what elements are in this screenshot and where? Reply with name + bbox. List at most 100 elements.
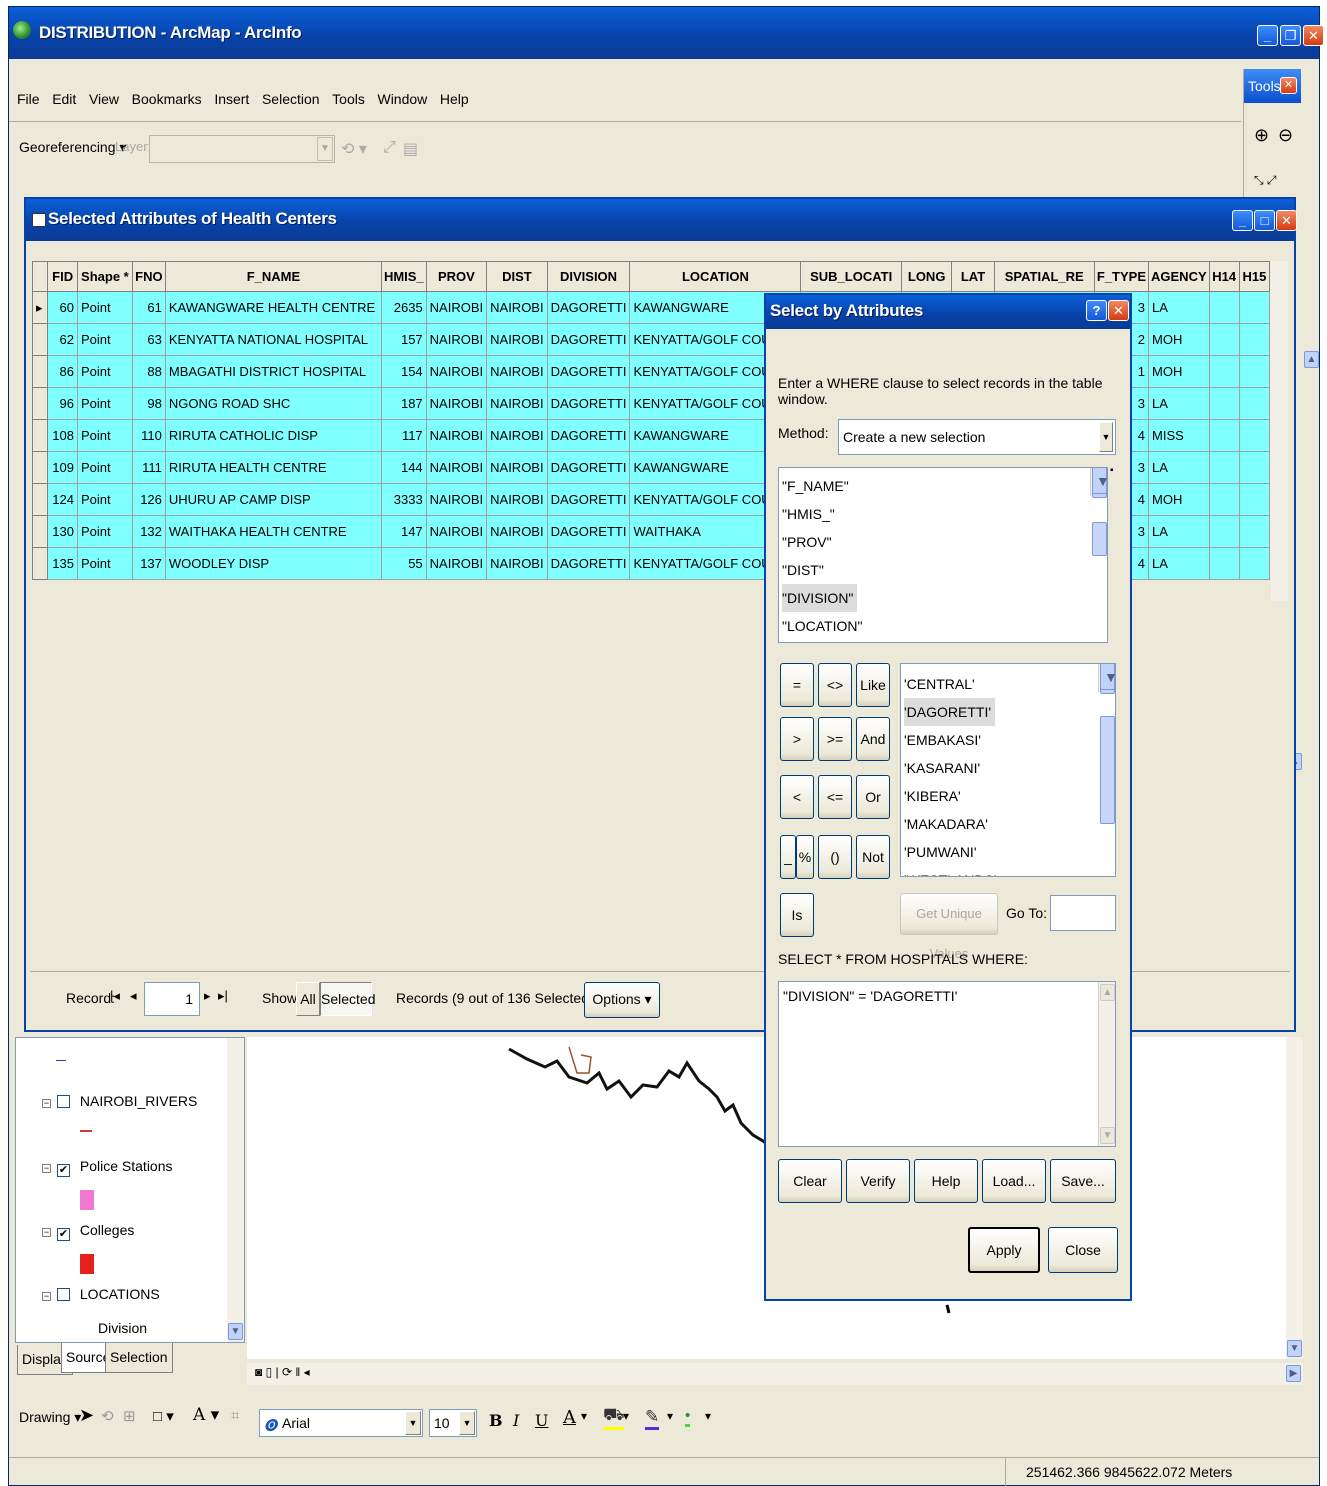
- operator-or-button[interactable]: Or: [856, 775, 890, 819]
- field-item[interactable]: "PROV": [779, 528, 1107, 556]
- table-cell[interactable]: [1238, 515, 1271, 548]
- column-header[interactable]: LAT: [951, 261, 995, 292]
- table-cell[interactable]: [1208, 419, 1240, 452]
- values-listbox[interactable]: 'CENTRAL' 'DAGORETTI' 'EMBAKASI' 'KASARA…: [900, 663, 1116, 877]
- table-cell[interactable]: 124: [47, 483, 78, 516]
- column-header[interactable]: H15: [1238, 261, 1271, 292]
- table-cell[interactable]: MOH: [1148, 483, 1210, 516]
- table-cell[interactable]: 117: [380, 419, 427, 452]
- column-header[interactable]: H14: [1208, 261, 1240, 292]
- table-cell[interactable]: 135: [47, 547, 78, 580]
- font-color-button[interactable]: A: [563, 1407, 576, 1428]
- scroll-up-icon[interactable]: ▲: [1100, 984, 1115, 1001]
- table-cell[interactable]: [1208, 515, 1240, 548]
- georeferencing-menu[interactable]: Georeferencing ▾: [19, 139, 126, 156]
- attr-vscrollbar[interactable]: [1271, 261, 1288, 601]
- table-cell[interactable]: [1208, 451, 1240, 484]
- table-cell[interactable]: NAIROBI: [486, 515, 548, 548]
- maximize-button[interactable]: ❐: [1280, 25, 1301, 46]
- menu-window[interactable]: Window: [377, 91, 427, 107]
- menu-tools[interactable]: Tools: [332, 91, 365, 107]
- table-cell[interactable]: 147: [380, 515, 427, 548]
- table-cell[interactable]: NAIROBI: [486, 419, 548, 452]
- table-cell[interactable]: [1238, 291, 1271, 324]
- toc-scrollbar[interactable]: ▼: [227, 1038, 244, 1342]
- layer-dropdown[interactable]: ▼: [149, 135, 335, 163]
- values-scrollbar[interactable]: ▲ ▼: [1098, 664, 1115, 824]
- table-cell[interactable]: NAIROBI: [425, 419, 488, 452]
- attr-minimize-button[interactable]: _: [1232, 210, 1253, 231]
- table-cell[interactable]: 111: [131, 451, 166, 484]
- value-item[interactable]: 'WESTLANDS': [901, 866, 1115, 876]
- table-cell[interactable]: NAIROBI: [425, 387, 488, 420]
- table-cell[interactable]: NGONG ROAD SHC: [164, 387, 382, 420]
- operator-parentheses-button[interactable]: (): [818, 835, 852, 879]
- column-header[interactable]: AGENCY: [1148, 261, 1210, 292]
- tools-close-icon[interactable]: ✕: [1280, 77, 1297, 94]
- table-cell[interactable]: RIRUTA HEALTH CENTRE: [164, 451, 382, 484]
- column-header[interactable]: HMIS_: [380, 261, 427, 292]
- operator-like-button[interactable]: Like: [856, 663, 890, 707]
- font-name-dropdown[interactable]: 🅞 Arial ▼: [259, 1409, 423, 1437]
- table-cell[interactable]: 154: [380, 355, 427, 388]
- table-cell[interactable]: NAIROBI: [486, 451, 548, 484]
- value-item[interactable]: 'MAKADARA': [901, 810, 1115, 838]
- map-scroll-up-icon[interactable]: ▲: [1303, 351, 1320, 371]
- table-cell[interactable]: 88: [131, 355, 166, 388]
- menu-bookmarks[interactable]: Bookmarks: [132, 91, 202, 107]
- table-cell[interactable]: 137: [131, 547, 166, 580]
- table-cell[interactable]: Point: [76, 323, 133, 356]
- row-selector[interactable]: [31, 483, 49, 516]
- menu-view[interactable]: View: [89, 91, 119, 107]
- table-cell[interactable]: [1238, 355, 1271, 388]
- value-item[interactable]: 'PUMWANI': [901, 838, 1115, 866]
- close-button[interactable]: ✕: [1303, 25, 1324, 46]
- table-cell[interactable]: UHURU AP CAMP DISP: [164, 483, 382, 516]
- font-size-dropdown[interactable]: 10 ▼: [429, 1409, 477, 1437]
- layer-checkbox[interactable]: ✔: [57, 1228, 70, 1241]
- table-cell[interactable]: [1238, 323, 1271, 356]
- table-cell[interactable]: [1238, 387, 1271, 420]
- verify-button[interactable]: Verify: [846, 1159, 910, 1203]
- new-text-icon[interactable]: A ▾: [193, 1405, 219, 1425]
- row-selector[interactable]: [31, 419, 49, 452]
- value-item-selected[interactable]: 'DAGORETTI': [901, 698, 1115, 726]
- map-vscrollbar[interactable]: ▲ ▼: [1286, 753, 1303, 1359]
- table-cell[interactable]: KENYATTA NATIONAL HOSPITAL: [164, 323, 382, 356]
- row-selector[interactable]: [31, 387, 49, 420]
- operator-not-equal-button[interactable]: <>: [818, 663, 852, 707]
- table-cell[interactable]: 110: [131, 419, 166, 452]
- table-cell[interactable]: [1238, 483, 1271, 516]
- table-cell[interactable]: 3333: [380, 483, 427, 516]
- table-cell[interactable]: DAGORETTI: [546, 451, 631, 484]
- row-selector[interactable]: [31, 547, 49, 580]
- tab-selection[interactable]: Selection: [105, 1343, 173, 1373]
- table-cell[interactable]: DAGORETTI: [546, 483, 631, 516]
- table-cell[interactable]: LA: [1148, 387, 1210, 420]
- column-header[interactable]: F_NAME: [164, 261, 382, 292]
- clear-button[interactable]: Clear: [778, 1159, 842, 1203]
- method-dropdown[interactable]: Create a new selection ▼: [838, 419, 1116, 455]
- fill-color-dropdown-icon[interactable]: ▾: [623, 1409, 629, 1423]
- table-cell[interactable]: NAIROBI: [425, 483, 488, 516]
- table-cell[interactable]: 62: [47, 323, 78, 356]
- field-item-selected[interactable]: "DIVISION": [779, 584, 1107, 612]
- first-record-button[interactable]: |◂: [110, 988, 120, 1004]
- table-cell[interactable]: 108: [47, 419, 78, 452]
- value-item[interactable]: 'KIBERA': [901, 782, 1115, 810]
- dialog-close-x-button[interactable]: ✕: [1108, 300, 1129, 321]
- value-item[interactable]: 'KASARANI': [901, 754, 1115, 782]
- resize-grip-icon[interactable]: ▪: [1110, 465, 1114, 476]
- table-cell[interactable]: NAIROBI: [425, 451, 488, 484]
- marker-color-dropdown-icon[interactable]: ▾: [705, 1409, 711, 1423]
- expression-scrollbar[interactable]: ▲ ▼: [1098, 982, 1115, 1146]
- italic-button[interactable]: I: [513, 1411, 519, 1430]
- column-header[interactable]: FID: [47, 261, 78, 292]
- column-header[interactable]: PROV: [425, 261, 488, 292]
- table-cell[interactable]: 55: [380, 547, 427, 580]
- table-cell[interactable]: DAGORETTI: [546, 387, 631, 420]
- column-header[interactable]: DIST: [486, 261, 548, 292]
- scroll-right-icon[interactable]: ▶: [1286, 1365, 1301, 1382]
- edit-vertices-icon[interactable]: ⌗: [231, 1407, 239, 1424]
- table-cell[interactable]: RIRUTA CATHOLIC DISP: [164, 419, 382, 452]
